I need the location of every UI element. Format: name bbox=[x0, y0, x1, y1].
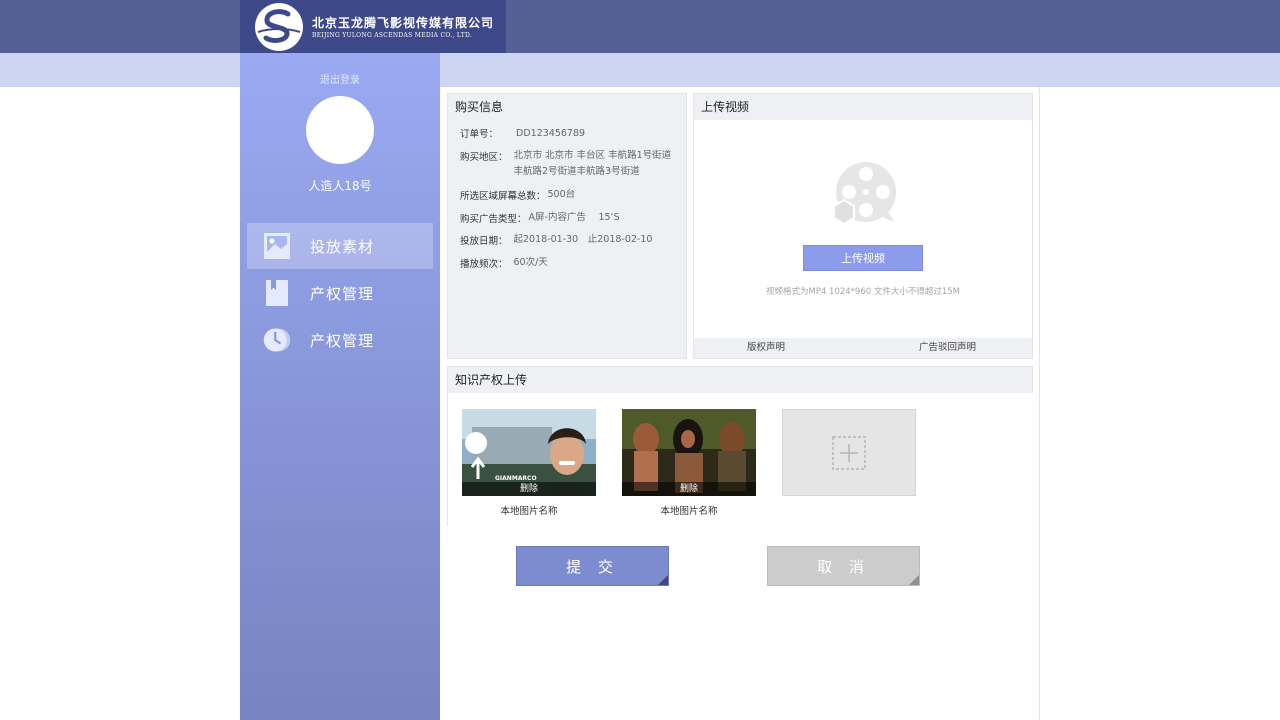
corner-decoration bbox=[909, 575, 919, 585]
company-name-en: BEIJING YULONG ASCENDAS MEDIA CO., LTD. bbox=[312, 32, 473, 39]
sidebar-item-label: 投放素材 bbox=[310, 237, 375, 256]
ad-rejection-statement-link[interactable]: 广告驳回声明 bbox=[919, 338, 976, 358]
plus-icon bbox=[832, 435, 866, 470]
image-caption: 本地图片名称 bbox=[500, 506, 558, 517]
panel-title: 知识产权上传 bbox=[455, 373, 528, 387]
sidebar-item-ip-history[interactable]: 产权管理 bbox=[247, 317, 433, 363]
region-label: 购买地区： bbox=[460, 152, 508, 163]
upload-video-button[interactable]: 上传视频 bbox=[803, 245, 923, 271]
cancel-button[interactable]: 取 消 bbox=[767, 546, 920, 586]
date-label: 投放日期： bbox=[460, 236, 508, 247]
logout-link[interactable]: 退出登录 bbox=[240, 71, 440, 86]
order-label: 订单号： bbox=[460, 129, 499, 140]
sidebar-item-label: 产权管理 bbox=[310, 331, 375, 350]
date-value: 起2018-01-30 止2018-02-10 bbox=[513, 234, 653, 245]
screens-value: 500台 bbox=[547, 189, 576, 200]
upload-links: 版权声明 广告驳回声明 bbox=[694, 338, 1032, 358]
frequency-value: 60次/天 bbox=[513, 257, 548, 268]
add-image-button[interactable] bbox=[782, 409, 916, 496]
screens-row: 所选区域屏幕总数： 500台 bbox=[460, 188, 575, 202]
sidebar-item-ip-management[interactable]: 产权管理 bbox=[247, 270, 433, 316]
company-logo-icon bbox=[255, 3, 303, 51]
ip-upload-panel: 知识产权上传 GIANMARCO 删除 本地图片名称 删除 本地图片名称 bbox=[447, 366, 1034, 526]
region-line: 北京市 北京市 丰台区 丰航路1号街道 bbox=[513, 150, 672, 161]
frequency-label: 播放频次： bbox=[460, 259, 508, 270]
sub-header-bar bbox=[0, 53, 1280, 87]
upload-video-panel: 上传视频 上传视频 视频格式为MP4 1024*960 文件大小不得超过15M … bbox=[693, 93, 1033, 359]
upload-area[interactable]: 上传视频 视频格式为MP4 1024*960 文件大小不得超过15M bbox=[694, 120, 1032, 338]
avatar bbox=[306, 96, 374, 164]
submit-button[interactable]: 提 交 bbox=[516, 546, 669, 586]
order-row: 订单号： DD123456789 bbox=[460, 126, 585, 142]
upload-format-hint: 视频格式为MP4 1024*960 文件大小不得超过15M bbox=[765, 287, 961, 297]
uploaded-image-thumbnail[interactable]: GIANMARCO 删除 bbox=[462, 409, 596, 496]
frequency-row: 播放频次： 60次/天 bbox=[460, 256, 548, 270]
region-line: 丰航路2号街道丰航路3号街道 bbox=[513, 166, 640, 177]
region-value: 北京市 北京市 丰台区 丰航路1号街道 丰航路2号街道丰航路3号街道 bbox=[514, 148, 672, 180]
image-caption: 本地图片名称 bbox=[660, 506, 718, 517]
submit-button-label: 提 交 bbox=[566, 557, 619, 576]
username: 人造人18号 bbox=[308, 179, 372, 193]
copyright-statement-link[interactable]: 版权声明 bbox=[747, 338, 785, 358]
top-header bbox=[0, 0, 1280, 53]
delete-image-button[interactable]: 删除 bbox=[462, 482, 596, 496]
ip-upload-area: GIANMARCO 删除 本地图片名称 删除 本地图片名称 bbox=[448, 393, 1034, 526]
delete-image-button[interactable]: 删除 bbox=[622, 482, 756, 496]
book-icon bbox=[262, 278, 292, 308]
adtype-label: 购买广告类型： bbox=[460, 214, 527, 225]
company-name-cn: 北京玉龙腾飞影视传媒有限公司 bbox=[312, 16, 495, 30]
thumbnail-overlay-text: GIANMARCO bbox=[495, 475, 537, 482]
adtype-row: 购买广告类型： A屏-内容广告 15‘S bbox=[460, 211, 620, 225]
sidebar-item-label: 产权管理 bbox=[310, 284, 375, 303]
order-value: DD123456789 bbox=[516, 128, 586, 139]
screens-label: 所选区域屏幕总数： bbox=[460, 191, 546, 202]
purchase-info-panel: 购买信息 订单号： DD123456789 购买地区： 北京市 北京市 丰台区 … bbox=[447, 93, 687, 359]
cancel-button-label: 取 消 bbox=[817, 557, 870, 576]
clock-icon bbox=[262, 325, 292, 355]
image-icon bbox=[262, 231, 292, 261]
main-content: 购买信息 订单号： DD123456789 购买地区： 北京市 北京市 丰台区 … bbox=[440, 87, 1040, 720]
adtype-value: A屏-内容广告 15‘S bbox=[528, 212, 620, 223]
region-row: 购买地区： 北京市 北京市 丰台区 丰航路1号街道 丰航路2号街道丰航路3号街道 bbox=[460, 149, 671, 180]
film-reel-icon bbox=[833, 162, 896, 226]
sidebar: 退出登录 人造人18号 投放素材 产权管理 产权管理 bbox=[240, 53, 440, 720]
date-row: 投放日期： 起2018-01-30 止2018-02-10 bbox=[460, 233, 652, 247]
panel-title: 购买信息 bbox=[455, 100, 504, 114]
sidebar-item-materials[interactable]: 投放素材 bbox=[247, 223, 433, 269]
panel-title: 上传视频 bbox=[701, 100, 750, 114]
corner-decoration bbox=[658, 575, 668, 585]
uploaded-image-thumbnail[interactable]: 删除 bbox=[622, 409, 756, 496]
